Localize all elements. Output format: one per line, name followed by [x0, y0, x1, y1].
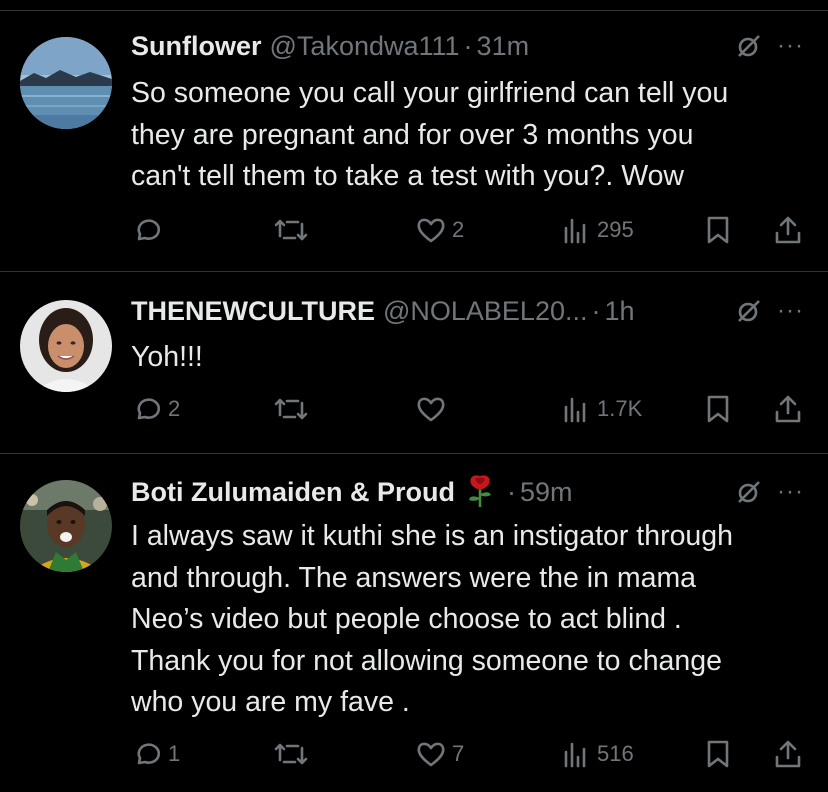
more-icon[interactable]: ··· [777, 34, 804, 58]
views-button[interactable]: 516 [560, 734, 634, 774]
like-count: 7 [452, 741, 465, 766]
share-icon [775, 395, 801, 423]
timestamp[interactable]: 31m [477, 31, 530, 62]
divider [0, 10, 828, 11]
bookmark-icon [707, 216, 729, 244]
reply-button[interactable]: 2 [131, 389, 180, 429]
grok-icon[interactable] [731, 28, 767, 64]
display-name[interactable]: Boti Zulumaiden & Proud [131, 477, 455, 508]
tweet-2[interactable]: THENEWCULTURE @NOLABEL20... · 1h ··· Yoh… [0, 272, 828, 454]
tweet-text: So someone you call your girlfriend can … [131, 77, 729, 192]
tweet-header: THENEWCULTURE @NOLABEL20... · 1h ··· [131, 293, 804, 329]
reply-icon [137, 219, 161, 241]
reply-icon [137, 398, 161, 420]
repost-icon [274, 743, 308, 765]
heart-icon [417, 218, 445, 243]
tweet-text: I always saw it kuthi she is an instigat… [131, 520, 733, 718]
tweet-1[interactable]: Sunflower @Takondwa111 · 31m ··· So some… [0, 0, 828, 272]
avatar[interactable] [20, 37, 112, 129]
display-name[interactable]: Sunflower [131, 31, 262, 62]
separator: · [591, 295, 601, 326]
views-count: 295 [597, 217, 634, 242]
action-bar: 2 295 [0, 210, 828, 250]
reply-count: 1 [168, 741, 181, 766]
bookmark-icon [707, 740, 729, 768]
reply-button[interactable] [131, 210, 168, 250]
repost-button[interactable] [273, 734, 309, 774]
like-count: 2 [452, 217, 465, 242]
repost-icon [274, 398, 308, 420]
like-button[interactable]: 2 [415, 210, 464, 250]
bookmark-button[interactable] [702, 734, 734, 774]
share-icon [775, 740, 801, 768]
username[interactable]: @Takondwa111 [270, 31, 460, 62]
more-icon[interactable]: ··· [777, 299, 804, 323]
separator: · [507, 476, 516, 507]
views-count: 1.7K [597, 396, 643, 421]
grok-icon[interactable] [731, 293, 767, 329]
timestamp[interactable]: 59m [520, 477, 573, 508]
avatar[interactable] [20, 300, 112, 392]
tweet-header: Boti Zulumaiden & Proud · 59m ··· [131, 474, 804, 510]
share-icon [775, 216, 801, 244]
share-button[interactable] [772, 734, 804, 774]
bookmark-button[interactable] [702, 389, 734, 429]
repost-button[interactable] [273, 389, 309, 429]
display-name[interactable]: THENEWCULTURE [131, 296, 375, 327]
like-button[interactable]: 7 [415, 734, 464, 774]
share-button[interactable] [772, 389, 804, 429]
reply-icon [137, 743, 161, 765]
heart-icon [417, 397, 445, 422]
reply-button[interactable]: 1 [131, 734, 180, 774]
heart-icon [417, 742, 445, 767]
separator: · [463, 30, 473, 61]
views-button[interactable]: 295 [560, 210, 634, 250]
tweet-3[interactable]: Boti Zulumaiden & Proud · 59m ··· I alwa… [0, 454, 828, 792]
repost-icon [274, 219, 308, 241]
username[interactable]: @NOLABEL20... [383, 296, 588, 327]
like-button[interactable] [415, 389, 452, 429]
timestamp[interactable]: 1h [605, 296, 635, 327]
avatar[interactable] [20, 480, 112, 572]
rose-emoji-icon [463, 472, 497, 513]
reply-count: 2 [168, 396, 181, 421]
views-icon [564, 218, 586, 244]
views-count: 516 [597, 741, 634, 766]
bookmark-icon [707, 395, 729, 423]
views-icon [564, 742, 586, 768]
views-icon [564, 397, 586, 423]
more-icon[interactable]: ··· [777, 480, 804, 504]
action-bar: 1 7 516 [0, 734, 828, 774]
tweet-text: Yoh!!! [131, 341, 203, 373]
grok-icon[interactable] [731, 474, 767, 510]
tweet-header: Sunflower @Takondwa111 · 31m ··· [131, 28, 804, 64]
bookmark-button[interactable] [702, 210, 734, 250]
share-button[interactable] [772, 210, 804, 250]
action-bar: 2 1.7K [0, 389, 828, 429]
repost-button[interactable] [273, 210, 309, 250]
views-button[interactable]: 1.7K [560, 389, 642, 429]
